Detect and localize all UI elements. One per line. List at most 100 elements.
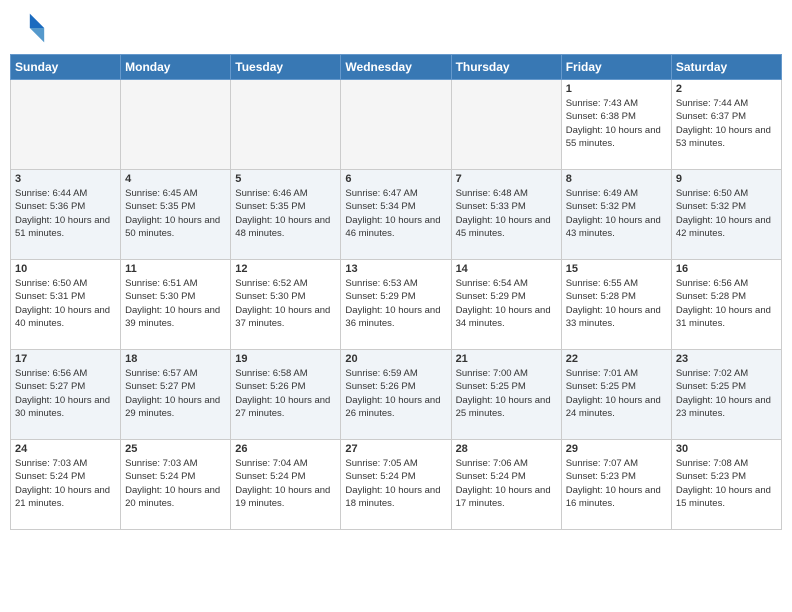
calendar-cell: 24 Sunrise: 7:03 AMSunset: 5:24 PMDayligh…: [11, 440, 121, 530]
day-number: 14: [456, 263, 557, 275]
calendar-cell: 2 Sunrise: 7:44 AMSunset: 6:37 PMDaylight…: [671, 80, 781, 170]
day-number: 18: [125, 353, 226, 365]
day-number: 26: [235, 443, 336, 455]
cell-info: Sunrise: 7:03 AMSunset: 5:24 PMDaylight:…: [125, 457, 226, 510]
logo-icon: [10, 10, 46, 46]
cell-info: Sunrise: 6:57 AMSunset: 5:27 PMDaylight:…: [125, 367, 226, 420]
cell-info: Sunrise: 6:44 AMSunset: 5:36 PMDaylight:…: [15, 187, 116, 240]
calendar-cell: 15Sunrise: 6:55 AMSunset: 5:28 PMDayligh…: [561, 260, 671, 350]
cell-info: Sunrise: 6:55 AMSunset: 5:28 PMDaylight:…: [566, 277, 667, 330]
day-number: 25: [125, 443, 226, 455]
cell-info: Sunrise: 7:44 AMSunset: 6:37 PMDaylight:…: [676, 97, 777, 150]
cell-info: Sunrise: 7:03 AMSunset: 5:24 PMDaylight:…: [15, 457, 116, 510]
logo: [10, 10, 50, 46]
calendar-cell: 18 Sunrise: 6:57 AMSunset: 5:27 PMDayligh…: [121, 350, 231, 440]
calendar-cell: 8 Sunrise: 6:49 AMSunset: 5:32 PMDaylight…: [561, 170, 671, 260]
day-number: 10: [15, 263, 116, 275]
cell-info: Sunrise: 6:50 AMSunset: 5:31 PMDaylight:…: [15, 277, 116, 330]
day-number: 30: [676, 443, 777, 455]
day-number: 29: [566, 443, 667, 455]
day-header-thursday: Thursday: [451, 55, 561, 80]
day-header-sunday: Sunday: [11, 55, 121, 80]
cell-info: Sunrise: 7:07 AMSunset: 5:23 PMDaylight:…: [566, 457, 667, 510]
calendar-cell: 10 Sunrise: 6:50 AMSunset: 5:31 PMDayligh…: [11, 260, 121, 350]
calendar-cell: 28 Sunrise: 7:06 AMSunset: 5:24 PMDayligh…: [451, 440, 561, 530]
calendar-week-0: 1Sunrise: 7:43 AMSunset: 6:38 PMDaylight…: [11, 80, 782, 170]
calendar-cell: 23 Sunrise: 7:02 AMSunset: 5:25 PMDayligh…: [671, 350, 781, 440]
cell-info: Sunrise: 6:52 AMSunset: 5:30 PMDaylight:…: [235, 277, 336, 330]
day-number: 21: [456, 353, 557, 365]
calendar-week-3: 17 Sunrise: 6:56 AMSunset: 5:27 PMDayligh…: [11, 350, 782, 440]
day-number: 23: [676, 353, 777, 365]
calendar-cell: 30 Sunrise: 7:08 AMSunset: 5:23 PMDayligh…: [671, 440, 781, 530]
day-number: 19: [235, 353, 336, 365]
cell-info: Sunrise: 6:56 AMSunset: 5:27 PMDaylight:…: [15, 367, 116, 420]
cell-info: Sunrise: 6:53 AMSunset: 5:29 PMDaylight:…: [345, 277, 446, 330]
calendar-cell: 11 Sunrise: 6:51 AMSunset: 5:30 PMDayligh…: [121, 260, 231, 350]
day-number: 11: [125, 263, 226, 275]
day-number: 6: [345, 173, 446, 185]
cell-info: Sunrise: 7:02 AMSunset: 5:25 PMDaylight:…: [676, 367, 777, 420]
calendar-cell: 25 Sunrise: 7:03 AMSunset: 5:24 PMDayligh…: [121, 440, 231, 530]
calendar-cell: 29 Sunrise: 7:07 AMSunset: 5:23 PMDayligh…: [561, 440, 671, 530]
calendar-cell: 5 Sunrise: 6:46 AMSunset: 5:35 PMDaylight…: [231, 170, 341, 260]
cell-info: Sunrise: 6:50 AMSunset: 5:32 PMDaylight:…: [676, 187, 777, 240]
calendar-cell: 16 Sunrise: 6:56 AMSunset: 5:28 PMDayligh…: [671, 260, 781, 350]
day-number: 2: [676, 83, 777, 95]
cell-info: Sunrise: 7:05 AMSunset: 5:24 PMDaylight:…: [345, 457, 446, 510]
day-number: 7: [456, 173, 557, 185]
day-header-wednesday: Wednesday: [341, 55, 451, 80]
calendar-cell: [231, 80, 341, 170]
cell-info: Sunrise: 7:08 AMSunset: 5:23 PMDaylight:…: [676, 457, 777, 510]
day-number: 1: [566, 83, 667, 95]
calendar-cell: 27 Sunrise: 7:05 AMSunset: 5:24 PMDayligh…: [341, 440, 451, 530]
cell-info: Sunrise: 6:45 AMSunset: 5:35 PMDaylight:…: [125, 187, 226, 240]
day-number: 8: [566, 173, 667, 185]
day-number: 16: [676, 263, 777, 275]
calendar-week-1: 3 Sunrise: 6:44 AMSunset: 5:36 PMDaylight…: [11, 170, 782, 260]
day-number: 24: [15, 443, 116, 455]
calendar-week-2: 10 Sunrise: 6:50 AMSunset: 5:31 PMDayligh…: [11, 260, 782, 350]
calendar-cell: 6 Sunrise: 6:47 AMSunset: 5:34 PMDaylight…: [341, 170, 451, 260]
page-header: [10, 10, 782, 46]
cell-info: Sunrise: 6:47 AMSunset: 5:34 PMDaylight:…: [345, 187, 446, 240]
day-number: 3: [15, 173, 116, 185]
calendar-header-row: SundayMondayTuesdayWednesdayThursdayFrid…: [11, 55, 782, 80]
day-header-tuesday: Tuesday: [231, 55, 341, 80]
calendar-cell: 22 Sunrise: 7:01 AMSunset: 5:25 PMDayligh…: [561, 350, 671, 440]
day-number: 5: [235, 173, 336, 185]
calendar-cell: 21Sunrise: 7:00 AMSunset: 5:25 PMDayligh…: [451, 350, 561, 440]
calendar-cell: 17 Sunrise: 6:56 AMSunset: 5:27 PMDayligh…: [11, 350, 121, 440]
cell-info: Sunrise: 6:59 AMSunset: 5:26 PMDaylight:…: [345, 367, 446, 420]
day-number: 28: [456, 443, 557, 455]
calendar-week-4: 24 Sunrise: 7:03 AMSunset: 5:24 PMDayligh…: [11, 440, 782, 530]
calendar-cell: 14Sunrise: 6:54 AMSunset: 5:29 PMDayligh…: [451, 260, 561, 350]
calendar-table: SundayMondayTuesdayWednesdayThursdayFrid…: [10, 54, 782, 530]
day-number: 22: [566, 353, 667, 365]
day-number: 13: [345, 263, 446, 275]
calendar-cell: [341, 80, 451, 170]
calendar-cell: [11, 80, 121, 170]
day-number: 27: [345, 443, 446, 455]
calendar-cell: [451, 80, 561, 170]
calendar-cell: 20 Sunrise: 6:59 AMSunset: 5:26 PMDayligh…: [341, 350, 451, 440]
calendar-cell: 13 Sunrise: 6:53 AMSunset: 5:29 PMDayligh…: [341, 260, 451, 350]
cell-info: Sunrise: 7:06 AMSunset: 5:24 PMDaylight:…: [456, 457, 557, 510]
day-header-saturday: Saturday: [671, 55, 781, 80]
calendar-cell: 12Sunrise: 6:52 AMSunset: 5:30 PMDayligh…: [231, 260, 341, 350]
cell-info: Sunrise: 6:49 AMSunset: 5:32 PMDaylight:…: [566, 187, 667, 240]
day-number: 17: [15, 353, 116, 365]
day-number: 20: [345, 353, 446, 365]
cell-info: Sunrise: 6:56 AMSunset: 5:28 PMDaylight:…: [676, 277, 777, 330]
calendar-cell: [121, 80, 231, 170]
calendar-cell: 3 Sunrise: 6:44 AMSunset: 5:36 PMDaylight…: [11, 170, 121, 260]
cell-info: Sunrise: 6:51 AMSunset: 5:30 PMDaylight:…: [125, 277, 226, 330]
day-header-friday: Friday: [561, 55, 671, 80]
day-number: 9: [676, 173, 777, 185]
calendar-cell: 7 Sunrise: 6:48 AMSunset: 5:33 PMDaylight…: [451, 170, 561, 260]
day-header-monday: Monday: [121, 55, 231, 80]
cell-info: Sunrise: 7:01 AMSunset: 5:25 PMDaylight:…: [566, 367, 667, 420]
cell-info: Sunrise: 6:48 AMSunset: 5:33 PMDaylight:…: [456, 187, 557, 240]
calendar-cell: 19Sunrise: 6:58 AMSunset: 5:26 PMDayligh…: [231, 350, 341, 440]
cell-info: Sunrise: 6:46 AMSunset: 5:35 PMDaylight:…: [235, 187, 336, 240]
